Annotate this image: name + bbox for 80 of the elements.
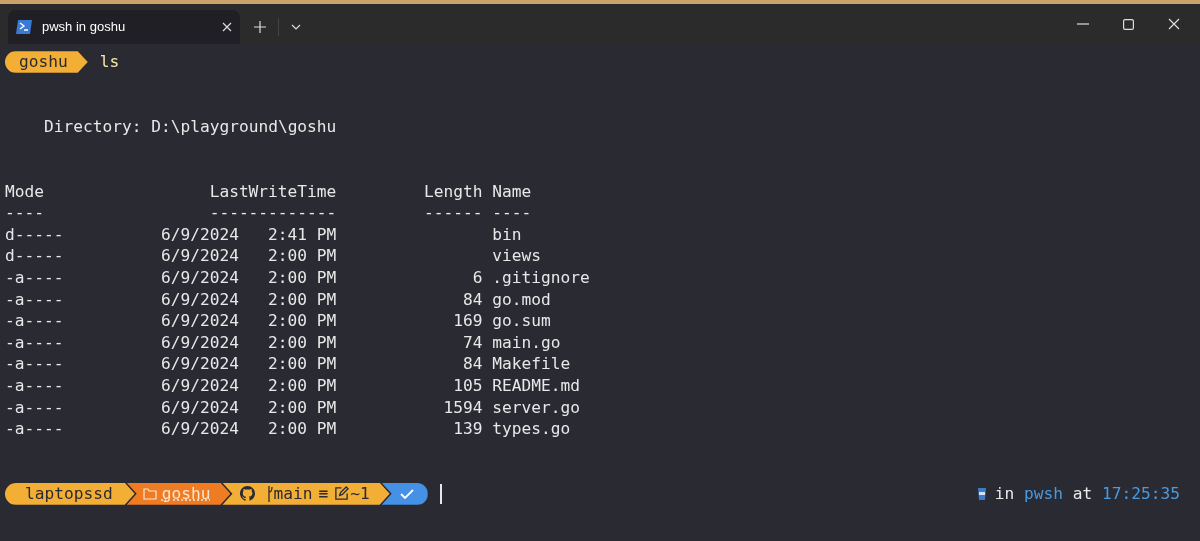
column-header: Length <box>424 181 483 201</box>
edit-icon <box>334 486 350 502</box>
mode-cell-text: -a---- <box>5 396 65 419</box>
name-cell: Makefile <box>492 353 571 375</box>
name-cell: main.go <box>492 331 561 354</box>
time-cell: 2:00 PM <box>268 354 337 374</box>
date-cell: 6/9/2024 <box>160 311 239 331</box>
new-tab-icon[interactable] <box>254 21 266 33</box>
maximize-icon[interactable] <box>1123 18 1134 30</box>
dropdown-icon[interactable] <box>291 24 301 30</box>
cup-icon <box>976 486 987 501</box>
column-header: Name <box>492 180 532 203</box>
column-header: LastWriteTime <box>209 181 337 201</box>
date-cell: 6/9/2024 <box>160 224 239 244</box>
time-cell: 2:00 PM <box>268 246 337 266</box>
mode-cell-text: -a---- <box>5 353 65 375</box>
name-cell: server.go <box>492 396 580 419</box>
time-cell: 2:00 PM <box>268 267 337 287</box>
mode-cell-text: -a---- <box>5 331 65 354</box>
header-underline: ---- <box>492 202 532 224</box>
date-cell: 6/9/2024 <box>160 419 239 439</box>
mode-cell-text: d----- <box>5 245 65 267</box>
time-cell: 2:00 PM <box>268 311 337 331</box>
date-cell: 6/9/2024 <box>160 397 239 417</box>
name-cell: .gitignore <box>492 266 590 289</box>
branch-icon <box>267 485 274 502</box>
name-cell: README.md <box>492 374 580 397</box>
time-cell: 2:00 PM <box>268 419 337 439</box>
name-cell: views <box>492 245 541 267</box>
name-cell: go.mod <box>492 288 551 311</box>
time-cell: 2:41 PM <box>268 224 337 244</box>
close-icon[interactable] <box>222 22 232 32</box>
date-cell: 6/9/2024 <box>160 267 239 287</box>
header-underline: ------------- <box>209 203 337 223</box>
mode-cell-text: -a---- <box>5 418 65 440</box>
terminal-tab[interactable]: pwsh in goshu <box>8 10 240 44</box>
powershell-icon <box>16 20 32 34</box>
mode-cell-text: -a---- <box>5 266 65 289</box>
close-icon[interactable] <box>1168 18 1180 30</box>
date-cell: 6/9/2024 <box>160 332 239 352</box>
name-cell: go.sum <box>492 310 551 332</box>
name-cell: types.go <box>492 418 571 440</box>
date-cell: 6/9/2024 <box>160 354 239 374</box>
length-cell: 169 <box>453 311 483 331</box>
shell-info: in pwsh at 17:25:35 <box>994 482 1180 505</box>
mode-cell-text: -a---- <box>5 310 65 332</box>
folder-icon <box>142 487 157 500</box>
time-cell: 2:00 PM <box>268 375 337 395</box>
column-header: Mode <box>5 180 45 203</box>
name-cell: bin <box>492 223 522 246</box>
prompt-folder-segment: goshu <box>5 51 88 73</box>
github-icon <box>240 486 256 502</box>
folder-segment: goshu <box>126 482 231 505</box>
changes-count: ~1 <box>350 482 370 505</box>
length-cell: 6 <box>472 267 483 287</box>
date-cell: 6/9/2024 <box>160 375 239 395</box>
length-cell: 1594 <box>443 397 483 417</box>
host-segment: laptopssd <box>5 482 135 505</box>
directory-line: Directory: D:\playground\goshu <box>42 116 338 138</box>
date-cell: 6/9/2024 <box>160 289 239 309</box>
mode-cell-text: -a---- <box>5 374 65 397</box>
date-cell: 6/9/2024 <box>160 246 239 266</box>
length-cell: 84 <box>463 354 483 374</box>
check-icon <box>399 488 414 499</box>
mode-cell-text: -a---- <box>5 288 65 311</box>
text-cursor <box>439 483 442 504</box>
time-cell: 2:00 PM <box>268 332 337 352</box>
length-cell: 105 <box>453 375 483 395</box>
length-cell: 74 <box>463 332 483 352</box>
time-cell: 2:00 PM <box>268 397 337 417</box>
time-cell: 2:00 PM <box>268 289 337 309</box>
command-text: ls <box>99 51 120 73</box>
mode-cell-text: d----- <box>5 223 65 246</box>
length-cell: 139 <box>453 419 483 439</box>
length-cell: 84 <box>463 289 483 309</box>
header-underline: ------ <box>424 203 483 223</box>
sync-status: ≡ <box>318 482 329 505</box>
tab-title: pwsh in goshu <box>42 18 127 37</box>
header-underline: ---- <box>5 202 45 224</box>
branch-name: main <box>273 482 313 505</box>
